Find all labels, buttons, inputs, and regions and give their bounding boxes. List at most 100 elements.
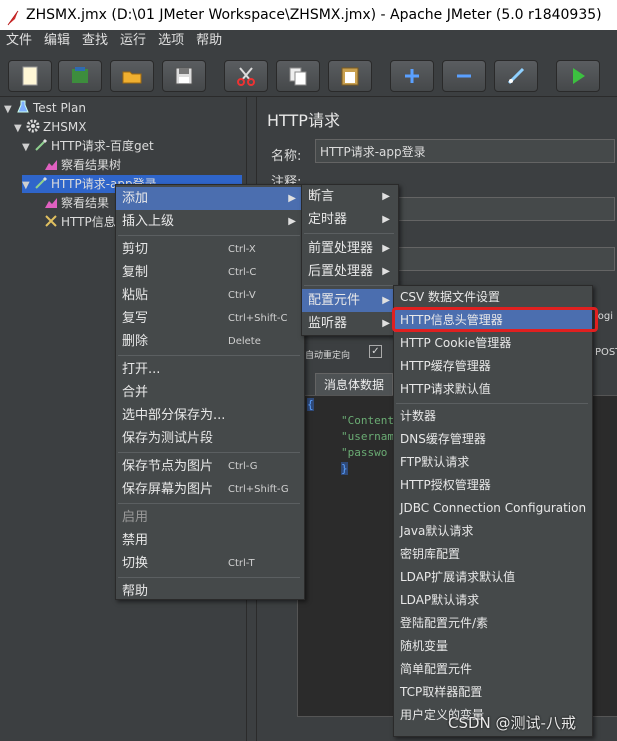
start-button[interactable]: [556, 60, 600, 92]
context-menu-item[interactable]: 插入上级 ▶: [116, 210, 304, 233]
context-menu-item[interactable]: 复写 Ctrl+Shift-C: [116, 307, 304, 330]
context-menu-item[interactable]: 选中部分保存为...: [116, 404, 304, 427]
add-submenu-item[interactable]: 前置处理器 ▶: [302, 237, 398, 260]
menu-options[interactable]: 选项: [152, 30, 190, 52]
config-element-item[interactable]: DNS缓存管理器: [394, 428, 592, 451]
context-menu-item[interactable]: 复制 Ctrl-C: [116, 261, 304, 284]
method-fragment: POST: [595, 347, 617, 358]
add-submenu-item[interactable]: 后置处理器 ▶: [302, 260, 398, 283]
config-element-item[interactable]: LDAP扩展请求默认值: [394, 566, 592, 589]
collapse-all-button[interactable]: [442, 60, 486, 92]
context-menu-item[interactable]: 保存屏幕为图片 Ctrl+Shift-G: [116, 478, 304, 501]
context-menu: 添加 ▶ 插入上级 ▶ 剪切 Ctrl-X 复制 Ctrl-C 粘贴 Ctrl-V 复写 Ctrl+S…: [115, 184, 305, 600]
config-element-item[interactable]: 登陆配置元件/素: [394, 612, 592, 635]
config-element-item[interactable]: CSV 数据文件设置: [394, 286, 592, 309]
paste-button[interactable]: [328, 60, 372, 92]
menu-search[interactable]: 查找: [76, 30, 114, 52]
menu-item-label: 启用: [122, 510, 149, 525]
config-element-item[interactable]: JDBC Connection Configuration: [394, 497, 592, 520]
menu-file[interactable]: 文件: [0, 30, 38, 52]
add-submenu-item[interactable]: 监听器 ▶: [302, 312, 398, 335]
add-submenu-item[interactable]: 定时器 ▶: [302, 208, 398, 231]
menu-run[interactable]: 运行: [114, 30, 152, 52]
context-menu-item[interactable]: 添加 ▶: [116, 187, 304, 210]
config-element-item[interactable]: LDAP默认请求: [394, 589, 592, 612]
context-menu-item[interactable]: 删除 Delete: [116, 330, 304, 353]
menu-item-label: 随机变量: [400, 639, 449, 653]
cut-button[interactable]: [224, 60, 268, 92]
context-menu-item[interactable]: 保存为测试片段: [116, 427, 304, 450]
config-element-item[interactable]: HTTP请求默认值: [394, 378, 592, 401]
menu-item-label: HTTP Cookie管理器: [400, 336, 512, 350]
submenu-arrow-icon: ▶: [382, 214, 390, 225]
context-menu-item[interactable]: 保存节点为图片 Ctrl-G: [116, 455, 304, 478]
menu-item-label: 帮助: [122, 584, 149, 599]
chevron-down-icon[interactable]: ▼: [14, 120, 26, 138]
tree-node-label: ZHSMX: [43, 120, 87, 134]
menu-separator: [396, 403, 588, 404]
menu-item-label: 粘贴: [122, 288, 149, 303]
chevron-down-icon[interactable]: ▼: [22, 139, 34, 157]
context-menu-item[interactable]: 启用: [116, 506, 304, 529]
menu-item-label: 插入上级: [122, 214, 175, 229]
config-element-item[interactable]: Java默认请求: [394, 520, 592, 543]
templates-button[interactable]: [58, 60, 102, 92]
menu-item-label: 配置元件: [308, 293, 361, 308]
name-field[interactable]: HTTP请求-app登录: [315, 139, 615, 163]
context-menu-item[interactable]: 粘贴 Ctrl-V: [116, 284, 304, 307]
save-button[interactable]: [162, 60, 206, 92]
pipette-icon: [34, 176, 48, 190]
context-menu-item[interactable]: 禁用: [116, 529, 304, 552]
submenu-arrow-icon: ▶: [382, 266, 390, 277]
config-element-item[interactable]: 随机变量: [394, 635, 592, 658]
config-element-item[interactable]: 密钥库配置: [394, 543, 592, 566]
tree-node-test-plan[interactable]: ▼ Test Plan: [4, 99, 86, 117]
chevron-down-icon[interactable]: ▼: [4, 101, 16, 119]
config-element-item[interactable]: 计数器: [394, 405, 592, 428]
menu-item-label: 监听器: [308, 316, 348, 331]
context-menu-item[interactable]: 切换 Ctrl-T: [116, 552, 304, 575]
config-element-item[interactable]: TCP取样器配置: [394, 681, 592, 704]
menu-item-label: 切换: [122, 556, 149, 571]
expand-all-button[interactable]: [390, 60, 434, 92]
json-line: "usernam: [341, 430, 394, 443]
toggle-button[interactable]: [494, 60, 538, 92]
config-element-item[interactable]: FTP默认请求: [394, 451, 592, 474]
menu-item-label: 禁用: [122, 533, 149, 548]
tree-node-thread-group[interactable]: ▼ ZHSMX: [14, 118, 86, 136]
tab-body-data[interactable]: 消息体数据: [315, 373, 393, 396]
tree-node-result-tree[interactable]: 察看结果树: [44, 156, 121, 174]
context-menu-item[interactable]: 帮助: [116, 580, 304, 603]
tree-node-header-manager[interactable]: HTTP信息: [44, 213, 116, 231]
context-menu-item[interactable]: 合并: [116, 381, 304, 404]
submenu-arrow-icon: ▶: [382, 295, 390, 306]
context-menu-item[interactable]: 打开...: [116, 358, 304, 381]
json-brace-close: }: [341, 462, 348, 475]
tree-node-result-tree-2[interactable]: 察看结果: [44, 194, 109, 212]
menu-help[interactable]: 帮助: [190, 30, 228, 52]
config-element-item[interactable]: HTTP授权管理器: [394, 474, 592, 497]
menu-item-label: 前置处理器: [308, 241, 374, 256]
redirect-checkbox-label: 自动重定向: [305, 351, 351, 361]
add-submenu-item[interactable]: 断言 ▶: [302, 185, 398, 208]
chevron-down-icon[interactable]: ▼: [22, 177, 34, 195]
jmeter-feather-icon: [6, 7, 20, 30]
new-button[interactable]: [8, 60, 52, 92]
config-element-item[interactable]: HTTP Cookie管理器: [394, 332, 592, 355]
open-button[interactable]: [110, 60, 154, 92]
menu-bar: 文件 编辑 查找 运行 选项 帮助: [0, 30, 617, 52]
context-menu-item[interactable]: 剪切 Ctrl-X: [116, 238, 304, 261]
menu-edit[interactable]: 编辑: [38, 30, 76, 52]
copy-button[interactable]: [276, 60, 320, 92]
tree-node-http-request-baidu[interactable]: ▼ HTTP请求-百度get: [22, 137, 154, 155]
tree-node-label: HTTP信息: [61, 215, 116, 229]
menu-item-label: 保存屏幕为图片: [122, 482, 214, 497]
config-element-item[interactable]: HTTP缓存管理器: [394, 355, 592, 378]
config-element-item[interactable]: 简单配置元件: [394, 658, 592, 681]
menu-item-shortcut: Ctrl+Shift-G: [228, 484, 289, 495]
menu-item-label: HTTP请求默认值: [400, 382, 491, 396]
add-submenu-item[interactable]: 配置元件 ▶: [302, 289, 398, 312]
menu-item-label: 合并: [122, 385, 149, 400]
redirect-checkbox[interactable]: ✓: [369, 345, 382, 358]
menu-item-label: 剪切: [122, 242, 149, 257]
